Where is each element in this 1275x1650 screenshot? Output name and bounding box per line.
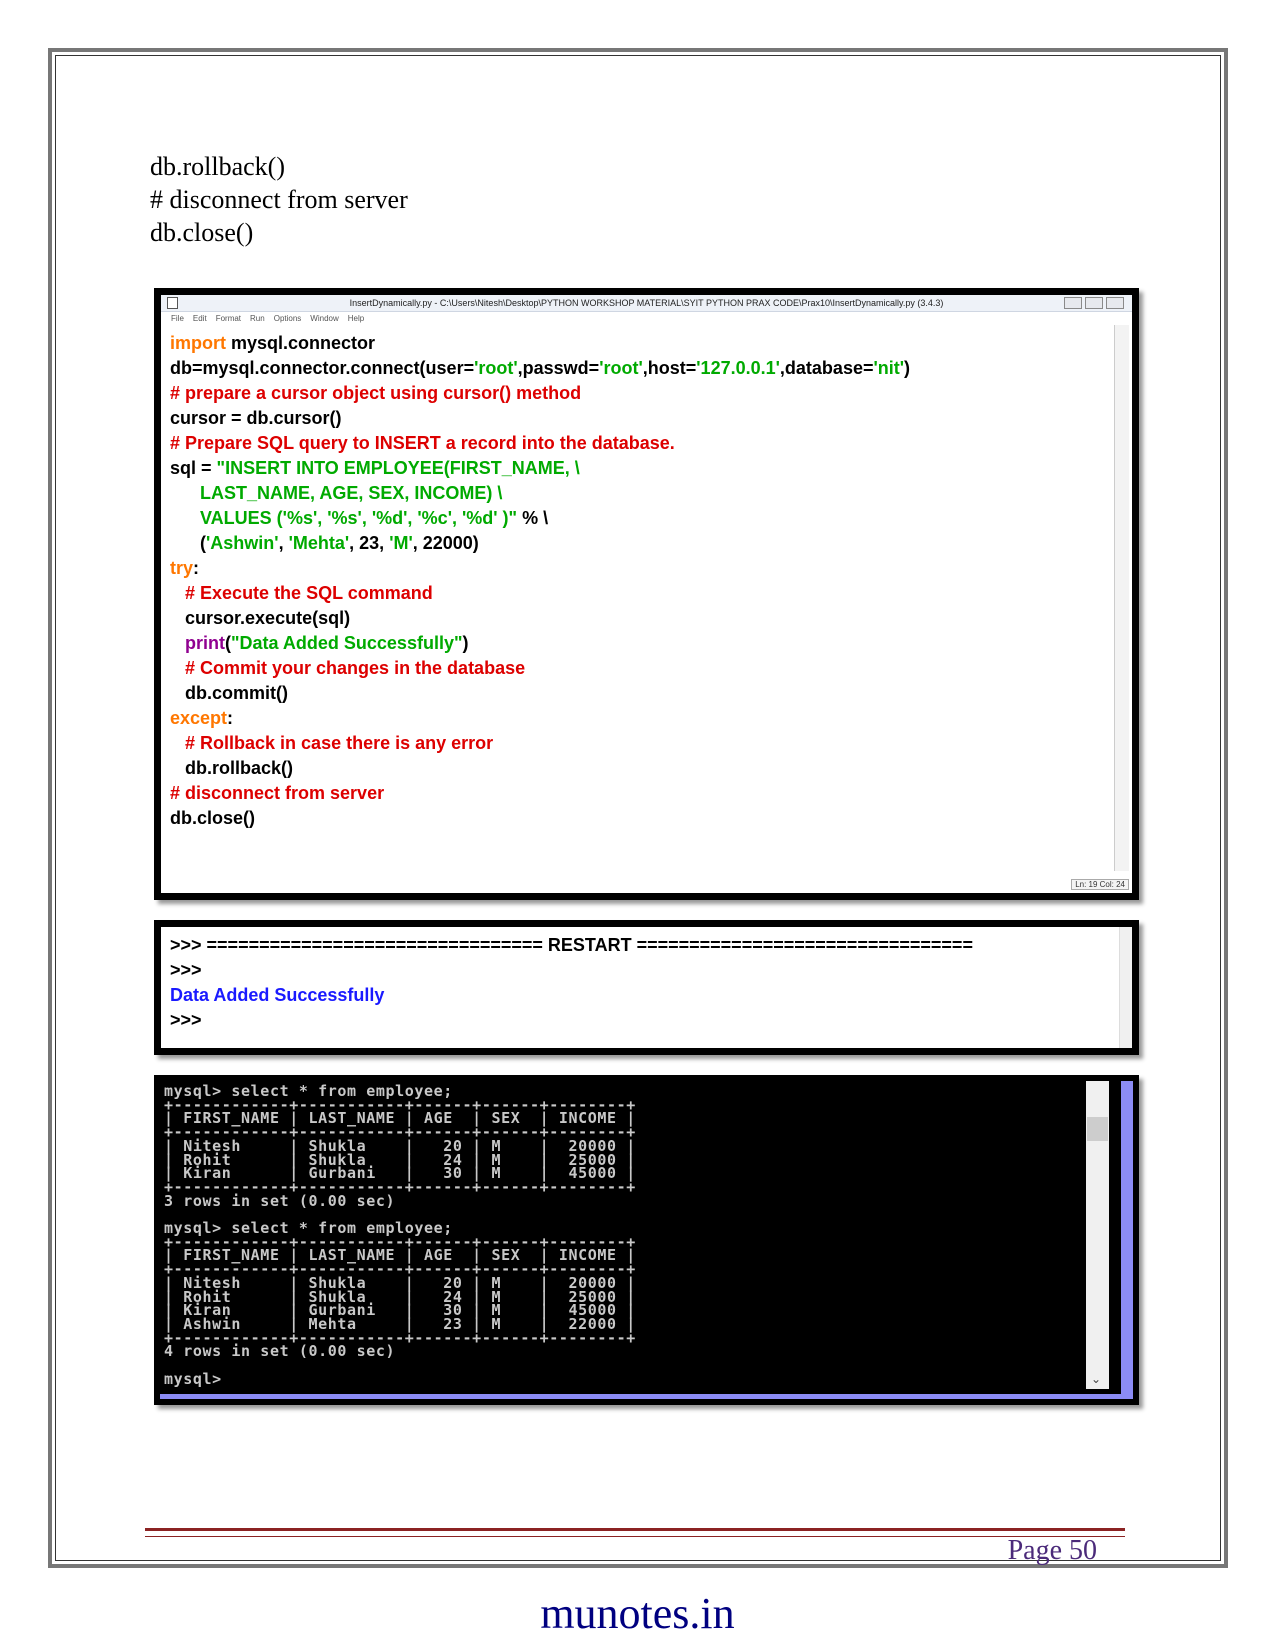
mysql-console-output: mysql> select * from employee; +---------… [164, 1084, 636, 1388]
menu-file[interactable]: File [171, 314, 184, 323]
menu-format[interactable]: Format [216, 314, 241, 323]
menu-edit[interactable]: Edit [193, 314, 207, 323]
python-file-icon [167, 297, 178, 309]
idle-editor-window: InsertDynamically.py - C:\Users\Nitesh\D… [154, 288, 1139, 900]
editor-title-bar: InsertDynamically.py - C:\Users\Nitesh\D… [161, 295, 1132, 312]
editor-code-area[interactable]: import mysql.connector db=mysql.connecto… [170, 331, 1112, 831]
site-name: munotes.in [540, 1589, 735, 1638]
intro-line-1: db.rollback() [150, 152, 286, 181]
close-button[interactable] [1106, 297, 1124, 309]
shell-restart-line: >>> ================================ RES… [170, 935, 973, 955]
editor-status: Ln: 19 Col: 24 [1071, 879, 1129, 890]
intro-line-3: db.close() [150, 218, 254, 247]
console-scroll-thumb[interactable] [1087, 1117, 1108, 1141]
editor-menu-bar: File Edit Format Run Options Window Help [161, 312, 1132, 324]
console-line: 4 rows in set (0.00 sec) [164, 1342, 396, 1361]
editor-title: InsertDynamically.py - C:\Users\Nitesh\D… [349, 298, 944, 308]
shell-result: Data Added Successfully [170, 985, 385, 1005]
shell-scrollbar[interactable] [1119, 927, 1132, 1048]
menu-options[interactable]: Options [274, 314, 302, 323]
menu-help[interactable]: Help [348, 314, 364, 323]
footer-rule [145, 1528, 1125, 1537]
python-shell-window: >>> ================================ RES… [154, 920, 1139, 1055]
minimize-button[interactable] [1064, 297, 1082, 309]
chevron-down-icon[interactable]: ⌄ [1091, 1372, 1101, 1386]
console-line: mysql> [164, 1369, 222, 1388]
mysql-console-window: mysql> select * from employee; +---------… [154, 1075, 1139, 1405]
console-line: 3 rows in set (0.00 sec) [164, 1191, 396, 1210]
intro-code: db.rollback() # disconnect from server d… [150, 150, 408, 249]
console-scrollbar[interactable]: ⌄ [1086, 1081, 1109, 1389]
menu-run[interactable]: Run [250, 314, 265, 323]
editor-scrollbar[interactable] [1114, 325, 1129, 871]
intro-line-2: # disconnect from server [150, 185, 408, 214]
page-number: Page 50 [1007, 1535, 1097, 1566]
maximize-button[interactable] [1085, 297, 1103, 309]
menu-window[interactable]: Window [310, 314, 338, 323]
shell-prompt: >>> [170, 960, 202, 980]
shell-output: >>> ================================ RES… [170, 933, 973, 1033]
window-controls [1064, 297, 1124, 309]
shell-prompt-2: >>> [170, 1010, 202, 1030]
